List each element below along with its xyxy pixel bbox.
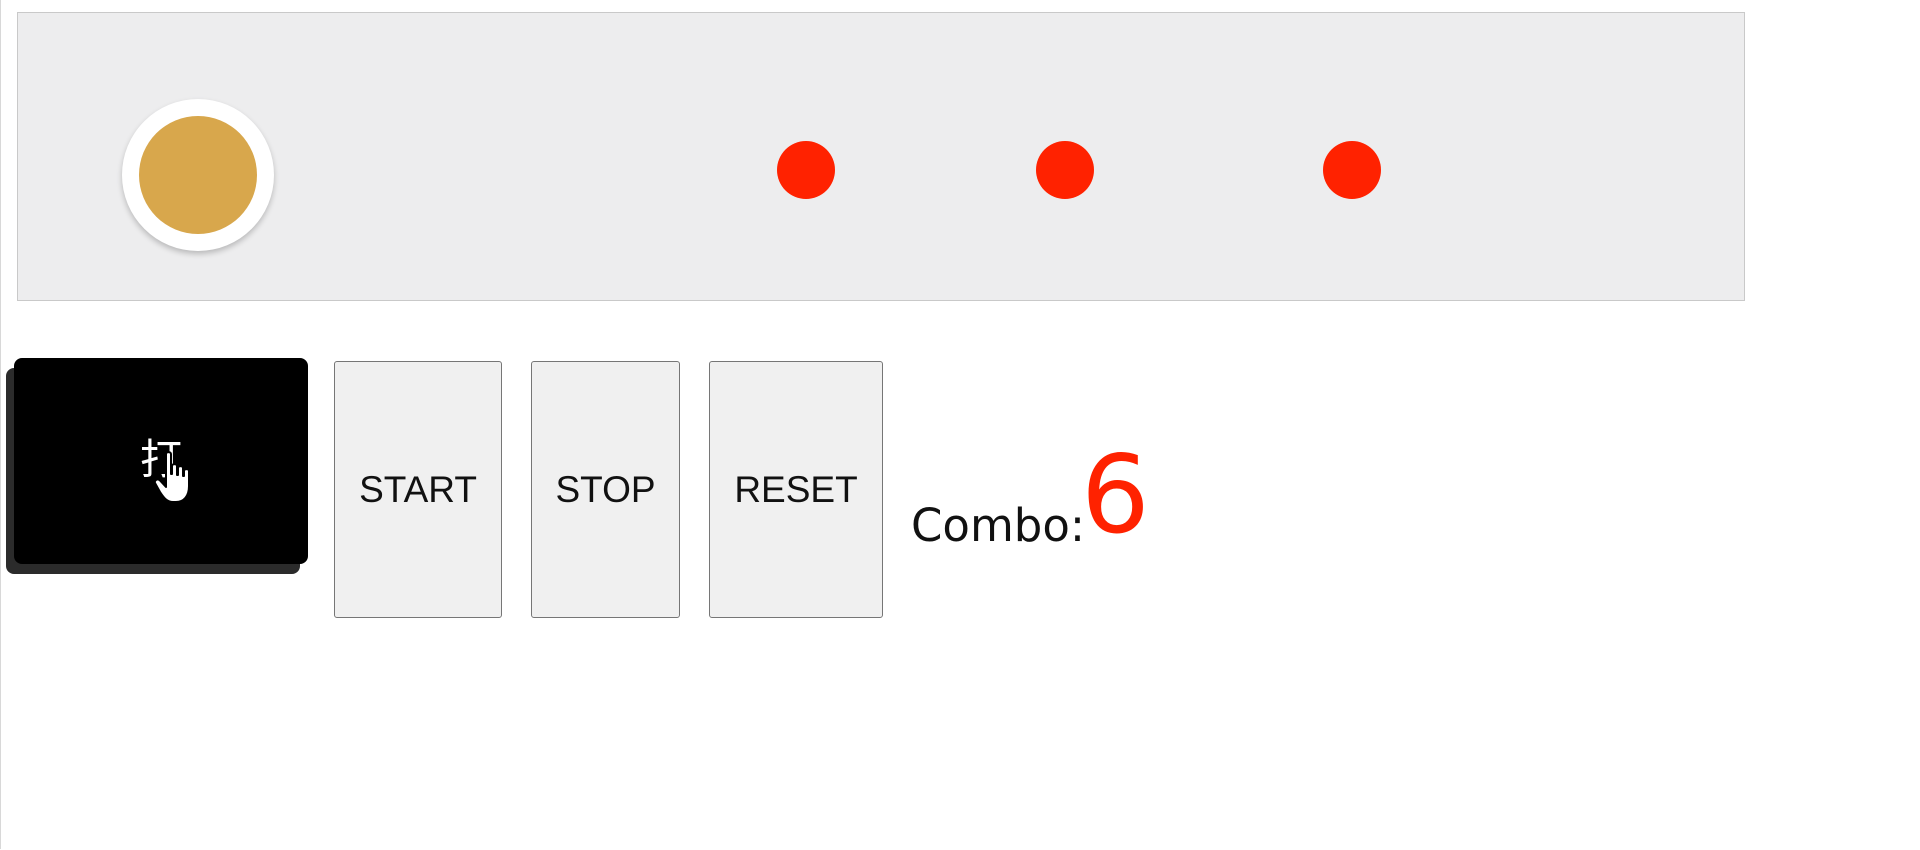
note-3 xyxy=(1323,141,1381,199)
stop-button[interactable]: STOP xyxy=(531,361,680,618)
start-button[interactable]: START xyxy=(334,361,502,618)
reset-button[interactable]: RESET xyxy=(709,361,883,618)
combo-label: Combo: xyxy=(911,499,1086,552)
hand-pointer-icon xyxy=(154,451,190,503)
note-2 xyxy=(1036,141,1094,199)
rhythm-track xyxy=(17,12,1745,301)
hit-button[interactable]: 打 xyxy=(14,358,308,564)
note-1 xyxy=(777,141,835,199)
judge-circle-core xyxy=(139,116,257,234)
judge-circle xyxy=(122,99,274,251)
combo-count: 6 xyxy=(1081,433,1150,558)
